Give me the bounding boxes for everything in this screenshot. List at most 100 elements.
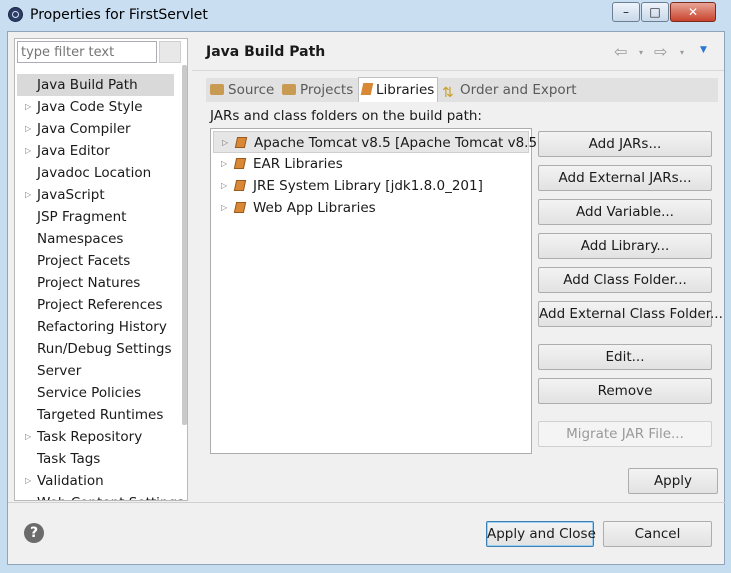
add-variable-button[interactable]: Add Variable... [538,199,712,225]
filter-clear-button[interactable] [159,41,181,63]
expand-arrow-icon[interactable]: ▷ [25,426,33,448]
library-icon [360,83,374,95]
tree-item-label: Project References [37,297,163,313]
tab-order-and-export[interactable]: ⇅ Order and Export [442,78,577,102]
expand-arrow-icon[interactable]: ▷ [25,96,33,118]
libraries-list: ▷ Apache Tomcat v8.5 [Apache Tomcat v8.5]… [210,128,542,454]
apply-button[interactable]: Apply [628,468,718,494]
tree-item[interactable]: Refactoring History [17,316,174,338]
page-title: Java Build Path [206,44,326,60]
tree-item[interactable]: Run/Debug Settings [17,338,174,360]
library-row[interactable]: ▷ EAR Libraries [213,153,529,175]
projects-folder-icon [282,83,296,95]
libraries-instructions: JARs and class folders on the build path… [210,108,482,124]
tree-item-label: JSP Fragment [37,209,127,225]
tab-projects[interactable]: Projects [282,78,353,102]
expand-arrow-icon[interactable]: ▷ [222,132,228,154]
remove-button[interactable]: Remove [538,378,712,404]
library-jar-icon [233,180,247,191]
tree-item-label: Javadoc Location [37,165,152,181]
maximize-button[interactable]: □ [641,2,669,22]
tree-item-label: Project Natures [37,275,141,291]
tree-item[interactable]: Project Natures [17,272,174,294]
filter-input[interactable] [17,41,157,63]
order-arrows-icon: ⇅ [442,85,454,101]
tree-item-label: Run/Debug Settings [37,341,172,357]
add-library-button[interactable]: Add Library... [538,233,712,259]
tree-item[interactable]: Web Content Settings [17,492,184,500]
tree-item-label: Java Build Path [37,77,138,93]
tree-item-label: Service Policies [37,385,142,401]
forward-arrow-icon[interactable]: ⇨ [654,42,667,61]
tree-item[interactable]: Javadoc Location [17,162,174,184]
tab-strip: Source Projects Libraries ⇅ Order and Exp… [206,77,718,102]
back-arrow-icon[interactable]: ⇦ [614,42,627,61]
tab-libraries[interactable]: Libraries [358,77,438,102]
tree-item[interactable]: Project References [17,294,174,316]
back-history-dropdown-icon[interactable]: ▾ [639,48,643,57]
tree-item[interactable]: Namespaces [17,228,174,250]
tree-item-label: Namespaces [37,231,124,247]
migrate-jar-button[interactable]: Migrate JAR File... [538,421,712,447]
library-row[interactable]: ▷ Web App Libraries [213,197,529,219]
forward-history-dropdown-icon[interactable]: ▾ [680,48,684,57]
tree-item-label: Web Content Settings [37,492,184,500]
view-menu-icon[interactable]: ▼ [700,45,707,55]
source-folder-icon [210,83,224,95]
page-area: Java Build Path ⇦ ▾ ⇨ ▾ ▼ Source Project… [192,32,724,502]
add-jars-button[interactable]: Add JARs... [538,131,712,157]
preference-tree-pane: Java Build Path▷Java Code Style▷Java Com… [14,38,188,501]
expand-arrow-icon[interactable]: ▷ [25,470,33,492]
edit-button[interactable]: Edit... [538,344,712,370]
properties-window: Properties for FirstServlet – □ ✕ Java B… [0,0,731,573]
tree-item-label: Targeted Runtimes [37,407,164,423]
tree-item[interactable]: ▷ JavaScript [17,184,174,206]
tree-item[interactable]: Targeted Runtimes [17,404,174,426]
tree-item[interactable]: Project Facets [17,250,174,272]
tree-item[interactable]: Task Tags [17,448,174,470]
library-label: Apache Tomcat v8.5 [Apache Tomcat v8.5] [254,135,543,151]
expand-arrow-icon[interactable]: ▷ [221,175,227,197]
library-label: Web App Libraries [253,200,376,216]
expand-arrow-icon[interactable]: ▷ [221,153,227,175]
title-bar[interactable]: Properties for FirstServlet – □ ✕ [0,0,731,30]
tree-item[interactable]: JSP Fragment [17,206,174,228]
expand-arrow-icon[interactable]: ▷ [221,197,227,219]
add-class-folder-button[interactable]: Add Class Folder... [538,267,712,293]
add-external-jars-button[interactable]: Add External JARs... [538,165,712,191]
library-jar-icon [233,158,247,169]
expand-arrow-icon[interactable]: ▷ [25,118,33,140]
tree-scrollbar[interactable] [182,65,187,425]
tree-item-label: Project Facets [37,253,131,269]
tree-item[interactable]: ▷ Java Compiler [17,118,174,140]
help-icon[interactable]: ? [24,523,44,543]
tree-item[interactable]: ▷ Task Repository [17,426,174,448]
tree-item-label: JavaScript [37,187,105,203]
footer-divider [8,502,726,503]
tree-item-label: Server [37,363,82,379]
tree-item-label: Task Tags [37,451,101,467]
tree-item[interactable]: Service Policies [17,382,174,404]
tree-item[interactable]: Java Build Path [17,74,174,96]
tree-item-label: Validation [37,473,104,489]
library-jar-icon [233,202,247,213]
library-row[interactable]: ▷ JRE System Library [jdk1.8.0_201] [213,175,529,197]
eclipse-app-icon [8,7,23,22]
minimize-button[interactable]: – [612,2,640,22]
add-external-class-folder-button[interactable]: Add External Class Folder... [538,301,723,327]
library-label: JRE System Library [jdk1.8.0_201] [253,178,483,194]
apply-and-close-button[interactable]: Apply and Close [486,521,596,547]
tree-item[interactable]: Server [17,360,174,382]
tree-item-label: Task Repository [37,429,143,445]
expand-arrow-icon[interactable]: ▷ [25,140,33,162]
library-row[interactable]: ▷ Apache Tomcat v8.5 [Apache Tomcat v8.5] [213,131,542,154]
tree-item-label: Java Code Style [37,99,143,115]
tree-item[interactable]: ▷ Validation [17,470,174,492]
tree-item[interactable]: ▷ Java Code Style [17,96,174,118]
tree-item[interactable]: ▷ Java Editor [17,140,174,162]
tree-item-label: Java Compiler [37,121,131,137]
cancel-button[interactable]: Cancel [603,521,712,547]
close-button[interactable]: ✕ [670,2,716,22]
expand-arrow-icon[interactable]: ▷ [25,184,33,206]
tab-source[interactable]: Source [210,78,274,102]
